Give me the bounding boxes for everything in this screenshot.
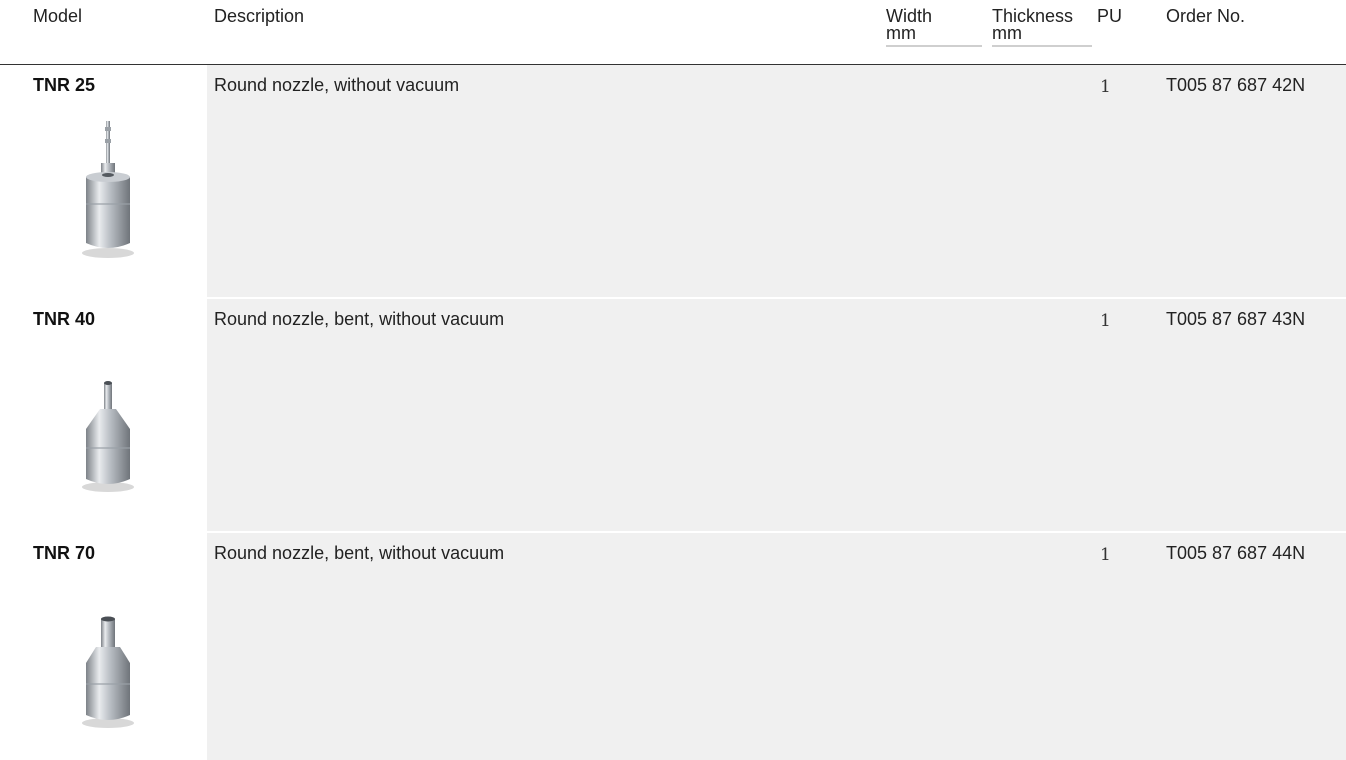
header-model: Model — [33, 6, 83, 26]
order-no-cell: T005 87 687 42N — [1166, 75, 1306, 95]
header-pu: PU — [1097, 6, 1123, 26]
row-shade — [207, 65, 1346, 297]
table-header: Model Description Width mm Thickness mm … — [0, 0, 1346, 65]
description-cell: Round nozzle, bent, without vacuum — [214, 309, 505, 329]
description-cell: Round nozzle, without vacuum — [214, 75, 460, 95]
table-row: TNR 40 Round nozzle, bent, without vacuu… — [0, 299, 1346, 531]
header-description: Description — [214, 6, 305, 26]
table-row: TNR 25 Round nozzle, without vacuum 1 T0… — [0, 65, 1346, 297]
order-no-cell: T005 87 687 43N — [1166, 309, 1306, 329]
row-shade — [207, 299, 1346, 531]
model-cell: TNR 25 — [33, 75, 96, 95]
header-width: Width mm — [886, 7, 982, 47]
pu-cell: 1 — [1100, 311, 1111, 331]
header-width-unit: mm — [886, 23, 916, 43]
model-cell: TNR 70 — [33, 543, 96, 563]
description-cell: Round nozzle, bent, without vacuum — [214, 543, 505, 563]
pu-cell: 1 — [1100, 545, 1111, 565]
order-no-cell: T005 87 687 44N — [1166, 543, 1306, 563]
round-nozzle-medium-tip-icon — [70, 349, 146, 519]
model-cell: TNR 40 — [33, 309, 96, 329]
header-thickness-unit: mm — [992, 23, 1022, 43]
table-row: TNR 70 Round nozzle, bent, without vacuu… — [0, 533, 1346, 760]
header-thickness: Thickness mm — [992, 7, 1092, 47]
pu-cell: 1 — [1100, 77, 1111, 97]
round-nozzle-thin-tip-icon — [70, 115, 146, 285]
header-order-no: Order No. — [1166, 6, 1246, 26]
round-nozzle-wide-tip-icon — [70, 583, 146, 753]
row-shade — [207, 533, 1346, 760]
